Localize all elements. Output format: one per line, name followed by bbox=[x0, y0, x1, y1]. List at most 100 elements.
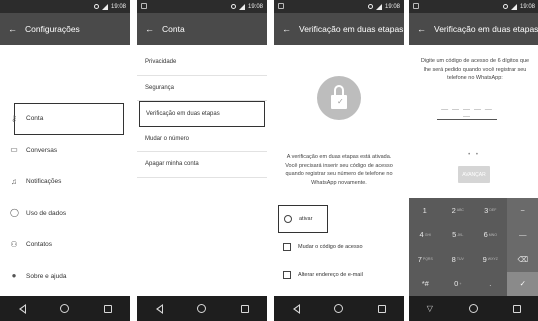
recent-apps-icon[interactable] bbox=[104, 304, 113, 313]
key-1[interactable]: 1 bbox=[409, 198, 442, 223]
status-bar: 19:08 bbox=[409, 0, 538, 13]
contacts-icon: ⚇ bbox=[10, 239, 18, 249]
back-arrow-icon[interactable]: ← bbox=[8, 24, 17, 34]
account-item-privacy[interactable]: Privacidade bbox=[137, 50, 267, 76]
change-passcode-button[interactable]: Mudar o código de acesso bbox=[274, 233, 404, 261]
power-icon bbox=[284, 215, 292, 223]
signal-icon bbox=[375, 3, 382, 10]
settings-item-notifications[interactable]: ♫ Notificações bbox=[0, 166, 130, 198]
recent-apps-icon[interactable] bbox=[513, 304, 522, 313]
key-0[interactable]: 0 + bbox=[442, 272, 475, 297]
key-3[interactable]: 3 DEF bbox=[474, 198, 507, 223]
account-list: Privacidade Segurança Verificação em dua… bbox=[137, 50, 267, 178]
account-item-delete[interactable]: Apagar minha conta bbox=[137, 152, 267, 178]
lock-icon: ✓ bbox=[317, 76, 361, 120]
account-item-change-number[interactable]: Mudar o número bbox=[137, 127, 267, 152]
back-icon[interactable] bbox=[18, 303, 26, 314]
back-icon[interactable] bbox=[292, 303, 300, 314]
account-item-label: Apagar minha conta bbox=[145, 161, 199, 168]
back-arrow-icon[interactable]: ← bbox=[282, 24, 291, 34]
account-item-label: Privacidade bbox=[145, 59, 177, 66]
data-icon: ◯ bbox=[10, 208, 19, 218]
sync-icon bbox=[93, 4, 99, 9]
settings-item-label: Conta bbox=[26, 115, 44, 123]
key-symbols[interactable]: *# bbox=[409, 272, 442, 297]
home-icon[interactable] bbox=[333, 304, 343, 313]
settings-item-label: Uso de dados bbox=[26, 209, 67, 217]
key-space[interactable]: — bbox=[506, 222, 538, 247]
status-time: 19:08 bbox=[247, 3, 263, 10]
sync-icon bbox=[367, 4, 373, 9]
action-label: Mudar o código de acesso bbox=[298, 244, 363, 250]
phone-screen-passcode: 19:08 ← Verificação em duas etapas Digit… bbox=[409, 0, 538, 321]
app-bar: ← Verificação em duas etapas bbox=[409, 13, 538, 45]
passcode-input[interactable]: — — — — — — bbox=[437, 106, 497, 120]
home-icon[interactable] bbox=[196, 304, 206, 313]
numeric-keypad: 1 2 ABC 3 DEF − 4 GHI 5 JKL 6 MNO — 7 PQRS 8 TU… bbox=[409, 198, 538, 296]
status-bar: 19:08 bbox=[0, 0, 130, 13]
account-item-two-step[interactable]: Verificação em duas etapas bbox=[139, 101, 265, 127]
chevron-down-icon[interactable]: ▽ bbox=[427, 304, 433, 313]
key-8[interactable]: 8 TUV bbox=[442, 247, 475, 272]
back-icon[interactable] bbox=[155, 303, 163, 314]
settings-item-chats[interactable]: ▭ Conversas bbox=[0, 135, 130, 167]
status-time: 19:08 bbox=[384, 3, 400, 10]
settings-item-label: Notificações bbox=[26, 178, 62, 186]
help-icon: ● bbox=[11, 271, 17, 281]
home-icon[interactable] bbox=[59, 304, 69, 313]
phone-screen-two-step: 19:08 ← Verificação em duas etapas ✓ A v… bbox=[274, 0, 404, 321]
page-title: Verificação em duas etapas bbox=[299, 24, 404, 34]
key-4[interactable]: 4 GHI bbox=[409, 223, 442, 248]
app-bar: ← Verificação em duas etapas bbox=[274, 13, 404, 45]
key-5[interactable]: 5 JKL bbox=[442, 223, 475, 248]
passcode-instruction: Digite um código de acesso de 6 dígitos … bbox=[420, 58, 530, 81]
home-icon[interactable] bbox=[468, 304, 478, 313]
confirm-check-icon[interactable]: ✓ bbox=[506, 271, 538, 296]
key-6[interactable]: 6 MNO bbox=[474, 223, 507, 248]
key-icon: ⚷ bbox=[11, 113, 17, 123]
key-7[interactable]: 7 PQRS bbox=[409, 247, 442, 272]
android-nav-bar bbox=[274, 296, 404, 321]
back-arrow-icon[interactable]: ← bbox=[145, 24, 154, 34]
key-9[interactable]: 9 WXYZ bbox=[474, 247, 507, 272]
progress-dots: • • bbox=[468, 152, 480, 158]
key-2[interactable]: 2 ABC bbox=[442, 198, 475, 223]
status-bar: 19:08 bbox=[274, 0, 404, 13]
key-minus[interactable]: − bbox=[506, 198, 538, 223]
email-icon bbox=[283, 271, 291, 279]
android-nav-bar: ▽ bbox=[409, 296, 538, 321]
settings-item-help[interactable]: ● Sobre e ajuda bbox=[0, 261, 130, 293]
android-nav-bar bbox=[137, 296, 267, 321]
account-item-security[interactable]: Segurança bbox=[137, 76, 267, 101]
two-step-description: A verificação em duas etapas está ativad… bbox=[285, 154, 393, 186]
settings-item-label: Sobre e ajuda bbox=[26, 272, 67, 280]
signal-icon bbox=[510, 3, 517, 10]
sync-icon bbox=[502, 4, 508, 9]
two-step-actions: ativar Mudar o código de acesso Alterar … bbox=[274, 205, 404, 289]
settings-item-data-usage[interactable]: ◯ Uso de dados bbox=[0, 198, 130, 230]
chat-icon: ▭ bbox=[10, 145, 18, 155]
notification-icon bbox=[141, 3, 147, 9]
settings-list: ⚷ Conta ▭ Conversas ♫ Notificações ◯ Uso… bbox=[0, 103, 130, 292]
disable-button[interactable]: ativar bbox=[278, 205, 328, 233]
app-bar: ← Conta bbox=[137, 13, 267, 45]
notification-icon bbox=[413, 3, 419, 9]
status-time: 19:08 bbox=[519, 3, 535, 10]
notification-icon bbox=[278, 3, 284, 9]
recent-apps-icon[interactable] bbox=[241, 304, 250, 313]
bell-icon: ♫ bbox=[11, 176, 17, 186]
backspace-icon[interactable]: ⌫ bbox=[506, 247, 538, 272]
back-arrow-icon[interactable]: ← bbox=[417, 24, 426, 34]
settings-item-label: Contatos bbox=[26, 241, 53, 249]
recent-apps-icon[interactable] bbox=[378, 304, 387, 313]
action-label: ativar bbox=[299, 216, 313, 222]
status-bar: 19:08 bbox=[137, 0, 267, 13]
signal-icon bbox=[101, 3, 108, 10]
settings-item-contacts[interactable]: ⚇ Contatos bbox=[0, 229, 130, 261]
next-button[interactable]: AVANÇAR bbox=[458, 166, 490, 183]
status-time: 19:08 bbox=[110, 3, 126, 10]
account-item-label: Segurança bbox=[145, 84, 175, 91]
change-email-button[interactable]: Alterar endereço de e-mail bbox=[274, 261, 404, 289]
key-period[interactable]: . bbox=[474, 272, 507, 297]
settings-item-account[interactable]: ⚷ Conta bbox=[11, 103, 124, 135]
